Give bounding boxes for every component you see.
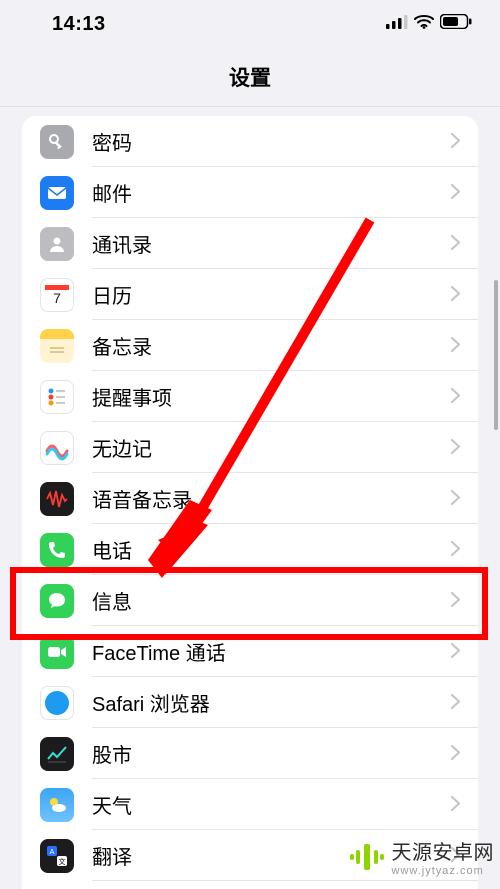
settings-item-label: Safari 浏览器 — [92, 688, 443, 717]
voicememos-icon — [40, 482, 74, 516]
status-time: 14:13 — [52, 13, 106, 36]
chevron-right-icon — [443, 795, 478, 815]
chevron-right-icon — [443, 591, 478, 611]
settings-item-label: 提醒事项 — [92, 382, 443, 411]
settings-item-label: FaceTime 通话 — [92, 637, 443, 666]
svg-text:文: 文 — [59, 857, 66, 866]
settings-item-label: 邮件 — [92, 178, 443, 207]
settings-item-label: 语音备忘录 — [92, 484, 443, 513]
messages-icon — [40, 584, 74, 618]
wifi-icon — [414, 15, 434, 34]
settings-item-label: 电话 — [92, 535, 443, 564]
settings-item-facetime[interactable]: FaceTime 通话 — [22, 626, 478, 677]
safari-icon — [40, 686, 74, 720]
settings-item-label: 日历 — [92, 280, 443, 309]
freeform-icon — [40, 431, 74, 465]
settings-item-label: 备忘录 — [92, 331, 443, 360]
settings-item-safari[interactable]: Safari 浏览器 — [22, 677, 478, 728]
settings-list[interactable]: 密码邮件通讯录 7 日历备忘录提醒事项无边记语音备忘录电话信息 FaceTime 通话… — [22, 116, 478, 889]
weather-icon — [40, 788, 74, 822]
settings-item-notes[interactable]: 备忘录 — [22, 320, 478, 371]
settings-item-contacts[interactable]: 通讯录 — [22, 218, 478, 269]
chevron-right-icon — [443, 642, 478, 662]
settings-item-phone[interactable]: 电话 — [22, 524, 478, 575]
stocks-icon — [40, 737, 74, 771]
cellular-icon — [386, 15, 408, 34]
settings-item-label: 股市 — [92, 739, 443, 768]
settings-item-freeform[interactable]: 无边记 — [22, 422, 478, 473]
svg-text:7: 7 — [53, 290, 61, 306]
chevron-right-icon — [443, 336, 478, 356]
chevron-right-icon — [443, 489, 478, 509]
chevron-right-icon — [443, 438, 478, 458]
settings-item-label: 无边记 — [92, 433, 443, 462]
header: 设置 — [0, 48, 500, 107]
watermark-domain: www.jytyaz.com — [392, 865, 495, 877]
settings-item-messages[interactable]: 信息 — [22, 575, 478, 626]
settings-item-stocks[interactable]: 股市 — [22, 728, 478, 779]
settings-item-label: 信息 — [92, 586, 443, 615]
calendar-icon: 7 — [40, 278, 74, 312]
chevron-right-icon — [443, 183, 478, 203]
scrollbar[interactable] — [494, 280, 498, 430]
watermark-text-block: 天源安卓网 www.jytyaz.com — [392, 836, 495, 877]
watermark: 天源安卓网 www.jytyaz.com — [350, 836, 495, 877]
passwords-icon — [40, 125, 74, 159]
reminders-icon — [40, 380, 74, 414]
chevron-right-icon — [443, 234, 478, 254]
phone-icon — [40, 533, 74, 567]
translate-icon: A文 — [40, 839, 74, 873]
settings-item-passwords[interactable]: 密码 — [22, 116, 478, 167]
settings-item-voicememos[interactable]: 语音备忘录 — [22, 473, 478, 524]
page-title: 设置 — [229, 62, 271, 92]
settings-item-label: 通讯录 — [92, 229, 443, 258]
watermark-logo-icon — [350, 840, 384, 874]
settings-item-weather[interactable]: 天气 — [22, 779, 478, 830]
settings-item-mail[interactable]: 邮件 — [22, 167, 478, 218]
battery-icon — [440, 14, 472, 34]
settings-item-calendar[interactable]: 7 日历 — [22, 269, 478, 320]
chevron-right-icon — [443, 744, 478, 764]
facetime-icon — [40, 635, 74, 669]
chevron-right-icon — [443, 132, 478, 152]
settings-item-reminders[interactable]: 提醒事项 — [22, 371, 478, 422]
chevron-right-icon — [443, 387, 478, 407]
settings-screen: 14:13 设置 密码邮件通讯录 7 日历备忘录提醒事项无边记语音备忘录电话信息 Fa… — [0, 0, 500, 889]
chevron-right-icon — [443, 540, 478, 560]
status-bar: 14:13 — [0, 0, 500, 48]
chevron-right-icon — [443, 285, 478, 305]
separator — [92, 880, 478, 881]
status-icons — [386, 14, 472, 34]
watermark-text: 天源安卓网 — [392, 836, 495, 865]
contacts-icon — [40, 227, 74, 261]
chevron-right-icon — [443, 693, 478, 713]
settings-item-label: 密码 — [92, 127, 443, 156]
settings-item-label: 天气 — [92, 790, 443, 819]
svg-text:A: A — [50, 849, 55, 856]
mail-icon — [40, 176, 74, 210]
notes-icon — [40, 329, 74, 363]
